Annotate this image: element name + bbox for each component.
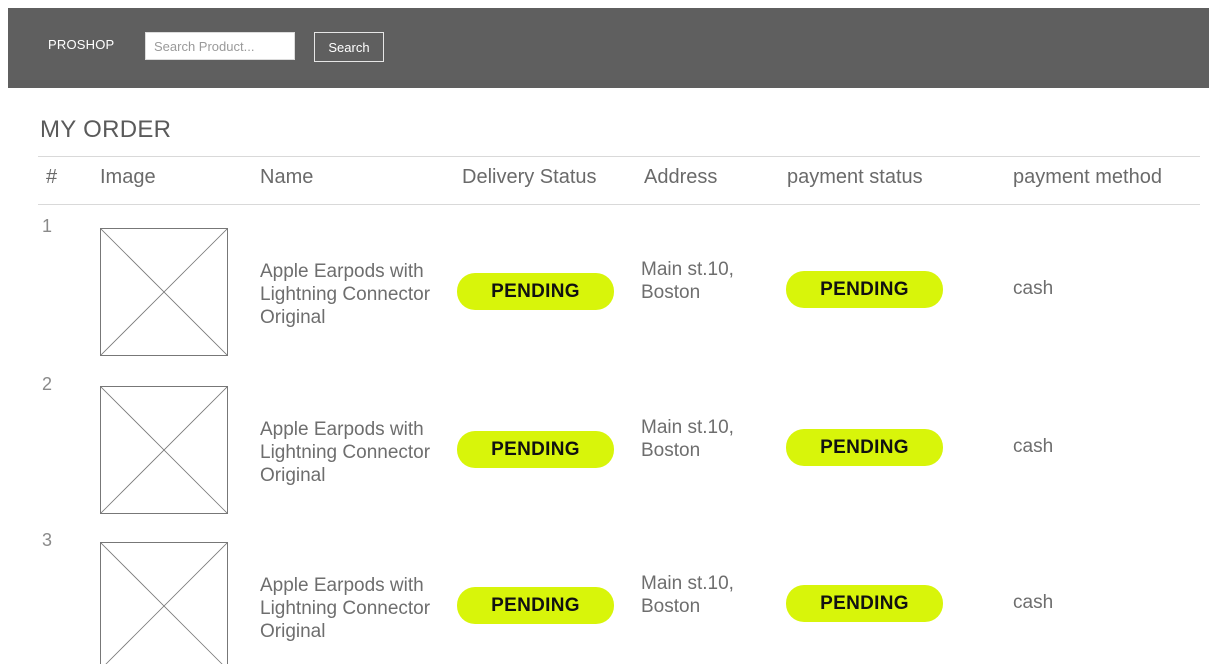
image-placeholder-icon: [100, 386, 228, 514]
order-address: Main st.10, Boston: [641, 259, 734, 303]
delivery-status-badge: PENDING: [457, 431, 614, 468]
navbar: PROSHOP Search: [8, 8, 1209, 88]
product-name[interactable]: Apple Earpods with Lightning Connector O…: [260, 418, 450, 487]
column-header-address: Address: [644, 166, 718, 188]
payment-method: cash: [1013, 436, 1054, 457]
search-input[interactable]: [145, 32, 295, 60]
image-placeholder-icon: [100, 542, 228, 664]
payment-method: cash: [1013, 278, 1054, 299]
image-placeholder-icon: [100, 228, 228, 356]
page-title: MY ORDER: [40, 116, 172, 143]
column-header-delivery-status: Delivery Status: [462, 166, 597, 188]
payment-status-badge: PENDING: [786, 271, 943, 308]
delivery-status-badge: PENDING: [457, 273, 614, 310]
column-header-image: Image: [100, 166, 156, 188]
payment-status-badge: PENDING: [786, 429, 943, 466]
column-header-number: #: [46, 166, 58, 188]
product-name[interactable]: Apple Earpods with Lightning Connector O…: [260, 260, 450, 329]
delivery-status-badge: PENDING: [457, 587, 614, 624]
search-button[interactable]: Search: [314, 32, 384, 62]
table-header-divider: [38, 204, 1200, 205]
order-address: Main st.10, Boston: [641, 417, 734, 461]
order-address: Main st.10, Boston: [641, 573, 734, 617]
table-row: 3 Apple Earpods with Lightning Connector…: [0, 520, 1209, 664]
brand-logo[interactable]: PROSHOP: [48, 37, 114, 52]
table-top-divider: [38, 156, 1200, 157]
column-header-name: Name: [260, 166, 314, 188]
table-row: 2 Apple Earpods with Lightning Connector…: [0, 364, 1209, 522]
payment-status-badge: PENDING: [786, 585, 943, 622]
row-number: 2: [42, 374, 53, 394]
table-row: 1 Apple Earpods with Lightning Connector…: [0, 206, 1209, 364]
row-number: 3: [42, 530, 53, 550]
column-header-payment-method: payment method: [1013, 166, 1162, 188]
product-name[interactable]: Apple Earpods with Lightning Connector O…: [260, 574, 450, 643]
row-number: 1: [42, 216, 53, 236]
order-page: PROSHOP Search MY ORDER # Image Name Del…: [0, 0, 1209, 664]
column-header-payment-status: payment status: [787, 166, 923, 188]
payment-method: cash: [1013, 592, 1054, 613]
